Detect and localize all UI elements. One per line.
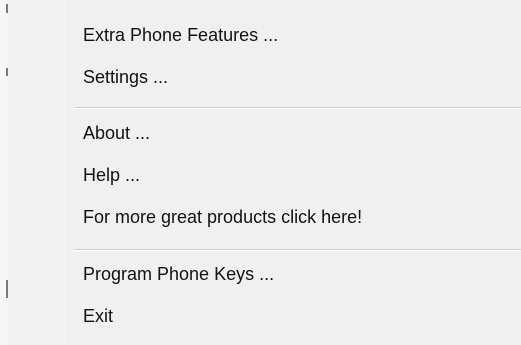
- menu-separator: [74, 107, 521, 109]
- menu-item-exit[interactable]: Exit: [66, 295, 521, 337]
- menu-icon-gutter: [8, 0, 66, 345]
- menu-item-help[interactable]: Help ...: [66, 154, 521, 196]
- menu-item-settings[interactable]: Settings ...: [66, 56, 521, 98]
- menu-item-about[interactable]: About ...: [66, 112, 521, 154]
- menu-item-program-phone-keys[interactable]: Program Phone Keys ...: [66, 253, 521, 295]
- menu-left-edge: [0, 0, 8, 345]
- context-menu: Extra Phone Features ... Settings ... Ab…: [0, 0, 521, 345]
- menu-item-extra-phone-features[interactable]: Extra Phone Features ...: [66, 14, 521, 56]
- menu-item-more-products[interactable]: For more great products click here!: [66, 196, 521, 238]
- menu-separator: [74, 249, 521, 251]
